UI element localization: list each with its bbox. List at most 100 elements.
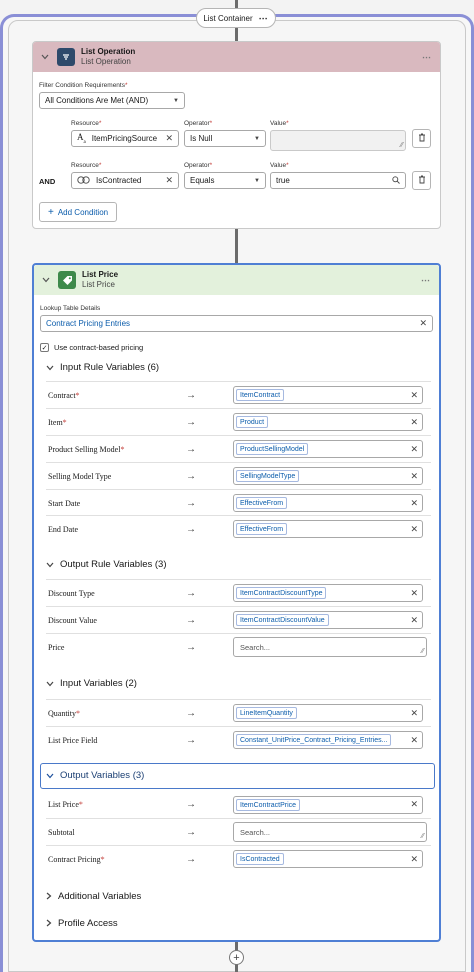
clear-icon[interactable]: ✕: [410, 524, 418, 535]
variable-field[interactable]: Constant_UnitPrice_Contract_Pricing_Entr…: [233, 731, 423, 749]
resource-field[interactable]: Aa ItemPricingSource ✕: [71, 130, 179, 147]
clear-icon[interactable]: ✕: [410, 799, 418, 810]
list-container-pill[interactable]: List Container ⋯: [196, 8, 276, 28]
clear-icon[interactable]: ✕: [410, 708, 418, 719]
clear-icon[interactable]: ✕: [410, 735, 418, 746]
clear-icon[interactable]: ✕: [165, 133, 173, 144]
variable-field[interactable]: IsContracted ✕: [233, 850, 423, 868]
chevron-down-icon: [46, 363, 54, 373]
operator-select[interactable]: Equals ▼: [184, 172, 266, 189]
clear-icon[interactable]: ✕: [165, 175, 173, 186]
connector-line: [235, 28, 238, 42]
variable-pill: Constant_UnitPrice_Contract_Pricing_Entr…: [236, 734, 392, 746]
clear-icon[interactable]: ✕: [410, 417, 418, 428]
caret-down-icon: ▼: [173, 97, 179, 104]
clear-icon[interactable]: ✕: [410, 444, 418, 455]
section-profile-access[interactable]: Profile Access: [46, 918, 118, 929]
chevron-down-icon: [46, 679, 54, 689]
row-label: Contract: [48, 390, 76, 400]
filter-value: All Conditions Are Met (AND): [45, 96, 149, 105]
arrow-right-icon: →: [186, 799, 196, 810]
clear-icon[interactable]: ✕: [419, 318, 427, 329]
variable-pill: IsContracted: [236, 853, 284, 865]
variable-field[interactable]: ProductSellingModel ✕: [233, 440, 423, 458]
more-options-icon[interactable]: ⋯: [259, 13, 269, 24]
plus-icon: +: [48, 206, 54, 218]
variable-pill: EffectiveFrom: [236, 523, 288, 535]
add-condition-label: Add Condition: [57, 207, 109, 217]
value-field[interactable]: true: [270, 172, 406, 189]
clear-icon[interactable]: ✕: [410, 390, 418, 401]
clear-icon[interactable]: ✕: [410, 498, 418, 509]
clear-icon[interactable]: ✕: [410, 854, 418, 865]
arrow-right-icon: →: [186, 826, 196, 838]
variable-field[interactable]: ItemContractDiscountValue ✕: [233, 611, 423, 629]
variable-pill: ItemContract: [236, 389, 285, 401]
clear-icon[interactable]: ✕: [410, 471, 418, 482]
row-label: Subtotal: [48, 827, 75, 837]
more-options-icon[interactable]: ⋯: [422, 52, 432, 63]
section-output-variables[interactable]: Output Variables (3): [46, 770, 144, 781]
chevron-down-icon: [46, 771, 54, 781]
variable-field[interactable]: EffectiveFrom ✕: [233, 494, 423, 512]
variable-row: Price → Search... ⁄⁄: [46, 633, 431, 660]
more-options-icon[interactable]: ⋯: [421, 275, 431, 286]
variable-pill: ItemContractPrice: [236, 798, 301, 811]
variable-pill: ItemContractDiscountValue: [236, 614, 329, 626]
delete-condition-button[interactable]: [412, 171, 431, 190]
checkbox[interactable]: ✓: [40, 343, 49, 352]
operator-label: Operator*: [184, 162, 213, 169]
variable-field[interactable]: ItemContract ✕: [233, 386, 423, 404]
variable-field[interactable]: Product ✕: [233, 413, 423, 431]
chevron-down-icon[interactable]: [42, 275, 54, 285]
search-input[interactable]: Search... ⁄⁄: [233, 637, 427, 657]
variable-field[interactable]: SellingModelType ✕: [233, 467, 423, 485]
variable-row: List Price* → ItemContractPrice ✕: [46, 791, 431, 818]
resource-value: IsContracted: [96, 176, 142, 185]
variable-pill: LineItemQuantity: [236, 707, 297, 719]
add-condition-button[interactable]: + Add Condition: [39, 202, 118, 222]
operator-value: Is Null: [190, 134, 213, 143]
section-input-variables[interactable]: Input Variables (2): [46, 678, 137, 689]
arrow-right-icon: →: [186, 416, 196, 428]
delete-condition-button[interactable]: [412, 129, 431, 148]
variable-pill: ProductSellingModel: [236, 443, 309, 455]
variable-field[interactable]: LineItemQuantity ✕: [233, 704, 423, 722]
row-label: List Price Field: [48, 735, 98, 745]
chevron-down-icon[interactable]: [41, 52, 53, 62]
variable-field[interactable]: ItemContractDiscountType ✕: [233, 584, 423, 602]
operator-select[interactable]: Is Null ▼: [184, 130, 266, 147]
plus-icon: +: [233, 951, 240, 964]
card-title: List Price: [82, 270, 119, 279]
clear-icon[interactable]: ✕: [410, 615, 418, 626]
variable-field[interactable]: EffectiveFrom ✕: [233, 520, 423, 538]
variable-row: Discount Type → ItemContractDiscountType…: [46, 579, 431, 606]
lookup-field[interactable]: Contract Pricing Entries ✕: [40, 315, 433, 332]
arrow-right-icon: →: [186, 734, 196, 746]
search-input[interactable]: Search... ⁄⁄: [233, 822, 427, 842]
arrow-right-icon: →: [186, 641, 196, 653]
variable-pill: Product: [236, 416, 269, 428]
row-label: Selling Model Type: [48, 471, 112, 481]
variable-row: Start Date → EffectiveFrom ✕: [46, 489, 431, 516]
contract-pricing-checkbox-row[interactable]: ✓ Use contract-based pricing: [40, 343, 143, 352]
section-additional-variables[interactable]: Additional Variables: [46, 891, 141, 902]
section-output-rule[interactable]: Output Rule Variables (3): [46, 559, 167, 570]
resize-handle-icon: ⁄⁄: [421, 833, 424, 840]
arrow-right-icon: →: [186, 389, 196, 401]
list-operation-header[interactable]: List Operation List Operation ⋯: [33, 42, 440, 72]
variable-field[interactable]: ItemContractPrice ✕: [233, 795, 423, 814]
resource-field[interactable]: IsContracted ✕: [71, 172, 179, 189]
section-input-rule[interactable]: Input Rule Variables (6): [46, 362, 159, 373]
arrow-right-icon: →: [186, 853, 196, 865]
value-label: Value*: [270, 162, 289, 169]
arrow-right-icon: →: [186, 707, 196, 719]
clear-icon[interactable]: ✕: [410, 588, 418, 599]
filter-select[interactable]: All Conditions Are Met (AND) ▼: [39, 92, 185, 109]
resize-handle-icon: ⁄⁄: [421, 648, 424, 655]
variable-row: End Date → EffectiveFrom ✕: [46, 515, 431, 542]
add-step-button[interactable]: +: [229, 950, 244, 965]
list-price-header[interactable]: List Price List Price ⋯: [34, 265, 439, 295]
row-label: Contract Pricing: [48, 854, 101, 864]
row-label: Quantity: [48, 708, 76, 718]
